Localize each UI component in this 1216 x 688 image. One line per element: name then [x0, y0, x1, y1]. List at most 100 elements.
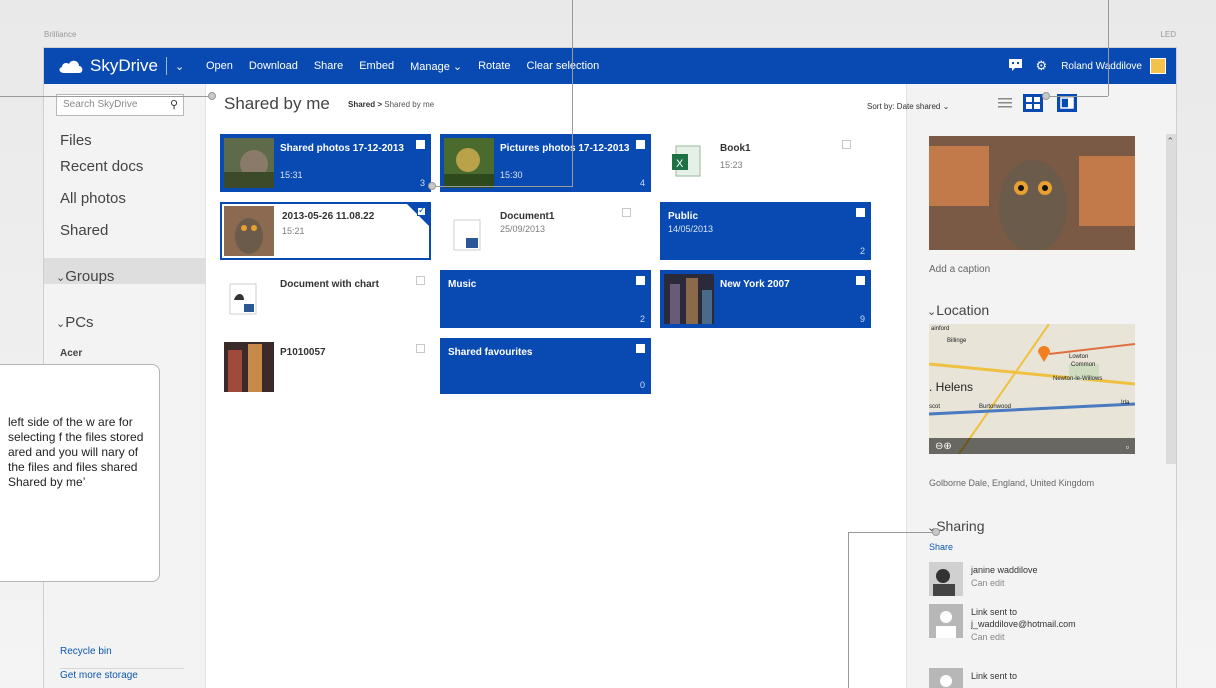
- tile-document-with-chart[interactable]: Document with chart: [220, 270, 431, 328]
- recycle-bin-link[interactable]: Recycle bin: [60, 646, 112, 657]
- app-logo[interactable]: SkyDrive ⌄: [58, 56, 188, 76]
- tile-date: 15:21: [282, 226, 305, 236]
- shared-link-recipient[interactable]: Link sent to j_waddilove@hotmail.com Can…: [929, 604, 1169, 654]
- sort-dropdown[interactable]: Sort by: Date shared ⌄: [867, 102, 949, 111]
- get-more-storage-link[interactable]: Get more storage: [60, 670, 138, 681]
- tile-p1010057[interactable]: P1010057: [220, 338, 431, 396]
- details-view-icon[interactable]: [995, 94, 1015, 112]
- tile-title: P1010057: [280, 347, 326, 358]
- select-checkbox-checked[interactable]: [417, 205, 426, 216]
- select-checkbox[interactable]: [416, 276, 425, 285]
- nav-item-shared[interactable]: Shared: [60, 222, 108, 239]
- rotate-command[interactable]: Rotate: [478, 60, 510, 73]
- tile-title: Book1: [720, 143, 751, 154]
- svg-text:X: X: [676, 158, 684, 170]
- select-checkbox[interactable]: [856, 208, 865, 217]
- location-address: Golborne Dale, England, United Kingdom: [929, 478, 1095, 488]
- cloud-icon: [59, 60, 83, 73]
- user-name[interactable]: Roland Waddilove: [1061, 61, 1142, 72]
- share-command[interactable]: Share: [314, 60, 343, 73]
- nav-item-recent-docs[interactable]: Recent docs: [60, 158, 143, 175]
- nav-item-all-photos[interactable]: All photos: [60, 190, 126, 207]
- breadcrumb-separator: >: [377, 100, 383, 109]
- search-input[interactable]: Search SkyDrive ⚲: [56, 94, 184, 116]
- callout-line: [436, 186, 573, 187]
- tile-shared-favourites[interactable]: Shared favourites 0: [440, 338, 651, 394]
- map-label: Billinge: [947, 338, 967, 344]
- tile-title: Public: [668, 211, 699, 222]
- page-title: Shared by me: [224, 94, 330, 113]
- tile-count: 4: [639, 178, 645, 188]
- map-label: ainford: [931, 326, 950, 332]
- nav-item-files[interactable]: Files: [60, 132, 92, 149]
- person-name: Link sent to: [971, 671, 1018, 681]
- tile-pictures-photos[interactable]: Pictures photos 17-12-2013 15:30 4: [440, 134, 651, 192]
- callout-line: [572, 0, 573, 186]
- add-caption-field[interactable]: Add a caption: [929, 264, 990, 275]
- tile-title: Document with chart: [280, 279, 379, 290]
- tile-public-folder[interactable]: Public 14/05/2013 2: [660, 202, 871, 260]
- nav-groups-header[interactable]: ⌄Groups: [56, 268, 114, 285]
- tile-new-york-2007[interactable]: New York 2007 9: [660, 270, 871, 328]
- user-avatar[interactable]: [1150, 58, 1166, 74]
- select-checkbox[interactable]: [636, 276, 645, 285]
- embed-command[interactable]: Embed: [359, 60, 394, 73]
- messenger-icon[interactable]: [1008, 58, 1022, 74]
- select-checkbox[interactable]: [636, 344, 645, 353]
- tile-date: 25/09/2013: [500, 224, 546, 234]
- select-checkbox[interactable]: [416, 140, 425, 149]
- search-icon[interactable]: ⚲: [170, 98, 178, 111]
- top-command-bar: SkyDrive ⌄ Open Download Share Embed Man…: [44, 48, 1176, 84]
- breadcrumb-root[interactable]: Shared: [348, 100, 375, 109]
- details-scrollbar[interactable]: [1166, 134, 1176, 464]
- callout-dot: [208, 92, 216, 100]
- person-avatar: [929, 562, 963, 596]
- callout-line: [1108, 0, 1109, 96]
- logo-divider: [166, 57, 168, 75]
- app-switcher-chevron-icon[interactable]: ⌄: [175, 60, 184, 73]
- select-checkbox[interactable]: [856, 276, 865, 285]
- map-label: Common: [1071, 362, 1096, 368]
- chevron-down-icon: ⌄: [927, 306, 937, 318]
- skydrive-window: SkyDrive ⌄ Open Download Share Embed Man…: [44, 48, 1176, 688]
- tile-count: 9: [859, 314, 865, 324]
- open-command[interactable]: Open: [206, 60, 233, 73]
- select-checkbox[interactable]: [416, 344, 425, 353]
- callout-line: [848, 532, 936, 533]
- location-section-header[interactable]: ⌄Location: [927, 302, 989, 318]
- manage-command[interactable]: Manage ⌄: [410, 60, 462, 73]
- annotation-callout: left side of the w are for selecting f t…: [0, 364, 160, 582]
- clear-selection-command[interactable]: Clear selection: [527, 60, 600, 73]
- details-pane: Sort by: Date shared ⌄ Add a caption ⌄Lo…: [867, 84, 1176, 688]
- person-avatar-placeholder: [929, 668, 963, 688]
- nav-pcs-header[interactable]: ⌄PCs: [56, 314, 94, 331]
- tile-title: 2013-05-26 11.08.22: [282, 211, 375, 222]
- callout-line: [1048, 96, 1108, 97]
- zoom-controls-icon[interactable]: ⊖⊕: [935, 441, 952, 452]
- settings-gear-icon[interactable]: ⚙: [1036, 58, 1048, 74]
- download-command[interactable]: Download: [249, 60, 298, 73]
- scroll-up-chevron-icon[interactable]: ⌃: [1166, 136, 1174, 147]
- select-checkbox[interactable]: [636, 140, 645, 149]
- select-checkbox[interactable]: [842, 140, 851, 149]
- map-expand-icon[interactable]: ▫: [1126, 442, 1129, 452]
- tile-shared-photos[interactable]: Shared photos 17-12-2013 15:31 3: [220, 134, 431, 192]
- tile-date: 15:23: [720, 160, 743, 170]
- command-list: Open Download Share Embed Manage ⌄ Rotat…: [206, 60, 599, 73]
- tile-document1[interactable]: Document1 25/09/2013: [440, 202, 651, 260]
- location-map[interactable]: ainford Billinge Lowton Common Newton-le…: [929, 324, 1135, 454]
- tile-date: 15:31: [280, 170, 303, 180]
- map-label: Lowton: [1069, 354, 1089, 360]
- nav-item-pc-acer[interactable]: Acer: [60, 348, 82, 359]
- tile-owl-photo[interactable]: 2013-05-26 11.08.22 15:21: [220, 202, 431, 260]
- photo-thumbnail: [224, 342, 274, 392]
- tile-music-folder[interactable]: Music 2: [440, 270, 651, 328]
- shared-person[interactable]: janine waddilove Can edit: [929, 562, 1169, 598]
- select-checkbox[interactable]: [622, 208, 631, 217]
- tile-book1[interactable]: X Book1 15:23: [660, 134, 871, 192]
- nav-pcs-label: PCs: [65, 314, 94, 331]
- share-link[interactable]: Share: [929, 542, 953, 552]
- shared-link-recipient[interactable]: Link sent to: [929, 668, 1169, 688]
- thumbnails-view-icon[interactable]: [1023, 94, 1043, 112]
- breadcrumb: Shared > Shared by me: [348, 100, 434, 109]
